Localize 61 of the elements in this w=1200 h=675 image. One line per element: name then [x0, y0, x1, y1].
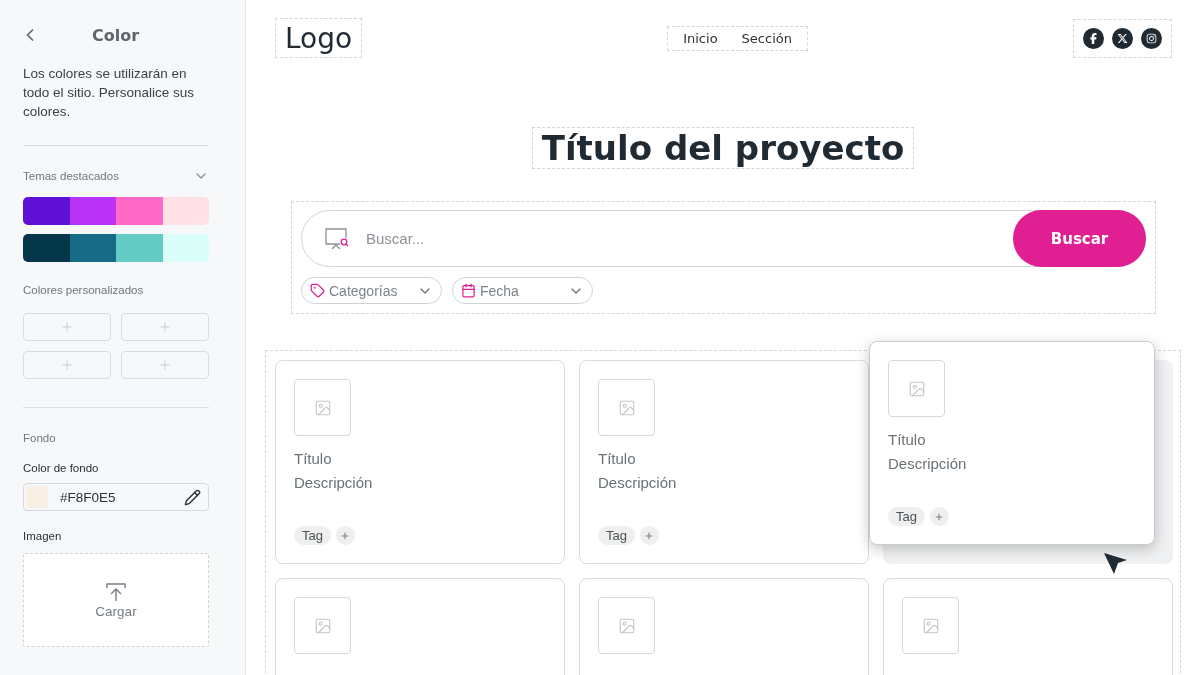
tag-chip: Tag — [294, 526, 331, 545]
card-title: Título — [598, 450, 637, 467]
image-placeholder-icon — [294, 379, 351, 436]
add-color-button[interactable] — [23, 313, 111, 341]
image-placeholder-icon — [294, 597, 351, 654]
panel-description: Los colores se utilizarán en todo el sitio. Personalice sus colores. — [23, 65, 196, 121]
add-color-button[interactable] — [23, 351, 111, 379]
plus-icon — [934, 511, 945, 522]
section-label: Temas destacados — [23, 170, 119, 182]
plus-icon — [158, 320, 172, 334]
plus-icon — [158, 358, 172, 372]
card-title: Título — [888, 431, 927, 448]
search-field[interactable]: Buscar... Buscar — [301, 210, 1146, 267]
color-chip — [26, 486, 48, 508]
tag-chip: Tag — [598, 526, 635, 545]
add-tag-button[interactable] — [335, 526, 355, 545]
project-card[interactable]: Título Descripción Tag — [869, 341, 1155, 545]
facebook-icon[interactable] — [1083, 27, 1104, 49]
instagram-icon[interactable] — [1141, 27, 1162, 49]
image-placeholder-icon — [598, 597, 655, 654]
section-label: Fondo — [23, 432, 57, 444]
card-description: Descripción — [294, 474, 374, 491]
upload-icon — [105, 581, 127, 602]
field-label: Color de fondo — [23, 462, 99, 474]
filter-dropdown[interactable]: Fecha — [452, 277, 593, 304]
calendar-icon — [461, 283, 476, 298]
panel-title: Color — [90, 25, 141, 45]
image-placeholder-icon — [902, 597, 959, 654]
pencil-icon — [184, 488, 201, 506]
nav-link[interactable]: Sección — [735, 30, 798, 46]
add-tag-button[interactable] — [639, 526, 659, 545]
filter-dropdown[interactable]: Categorías — [301, 277, 442, 304]
theme-palette[interactable] — [23, 197, 209, 225]
nav-link[interactable]: Inicio — [677, 30, 724, 46]
add-color-button[interactable] — [121, 351, 209, 379]
monitor-search-icon — [324, 226, 350, 251]
add-color-button[interactable] — [121, 313, 209, 341]
plus-icon — [60, 320, 74, 334]
cursor-icon — [1103, 550, 1129, 576]
tag-icon — [310, 283, 325, 298]
card-description: Descripción — [598, 474, 678, 491]
upload-button[interactable]: Cargar — [23, 553, 209, 647]
project-card[interactable]: Título Descripción Tag — [579, 360, 869, 564]
plus-icon — [644, 530, 655, 541]
search-button[interactable]: Buscar — [1013, 210, 1146, 267]
card-description: Descripción — [888, 455, 968, 472]
field-label: Imagen — [23, 530, 62, 542]
color-field[interactable]: #F8F0E5 — [23, 483, 209, 511]
plus-icon — [60, 358, 74, 372]
project-card[interactable]: Título Descripción Tag — [275, 360, 565, 564]
logo: Logo — [275, 18, 363, 58]
image-placeholder-icon — [598, 379, 655, 436]
x-logo-icon[interactable] — [1112, 27, 1133, 49]
add-tag-button[interactable] — [929, 507, 949, 526]
section-label: Colores personalizados — [23, 284, 144, 296]
tag-chip: Tag — [888, 507, 925, 526]
theme-palette[interactable] — [23, 234, 209, 262]
project-title: Título del proyecto — [531, 127, 915, 169]
card-title: Título — [294, 450, 333, 467]
image-placeholder-icon — [888, 360, 945, 417]
plus-icon — [340, 530, 351, 541]
